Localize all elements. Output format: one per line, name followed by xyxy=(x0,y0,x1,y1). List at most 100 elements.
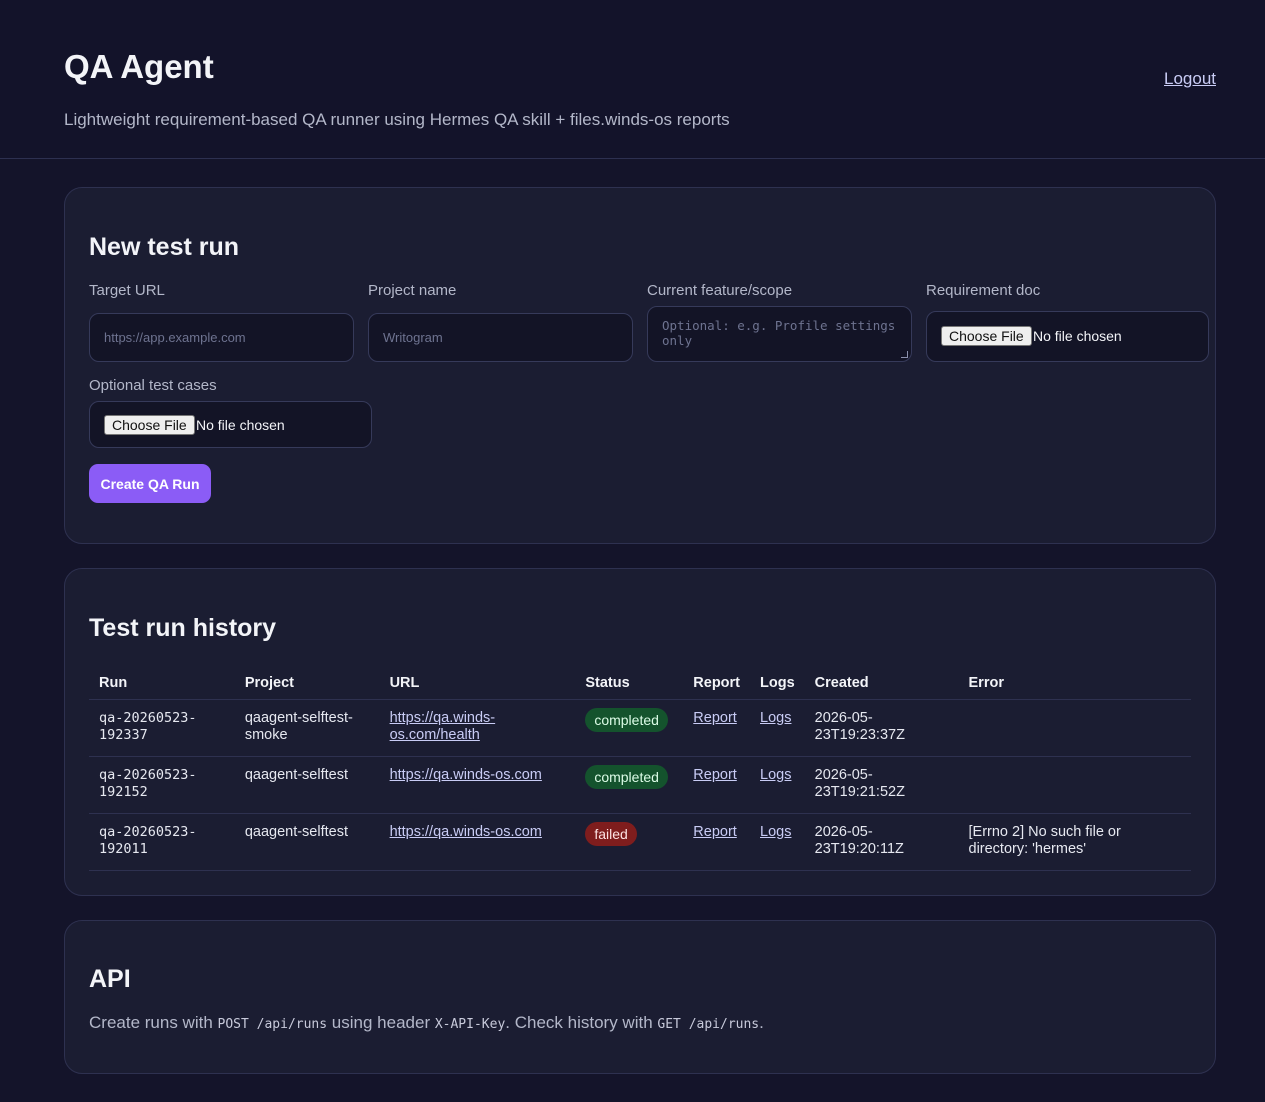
project-cell: qaagent-selftest xyxy=(234,813,380,871)
url-link[interactable]: https://qa.winds-os.com/health xyxy=(390,710,496,743)
run-id-line: 192011 xyxy=(99,840,148,857)
url-link[interactable]: https://qa.winds-os.com xyxy=(390,767,542,783)
table-row: qa-20260523- 192011 qaagent-selftest http… xyxy=(89,813,1191,871)
status-badge: completed xyxy=(585,764,668,789)
api-description: Create runs with POST /api/runs using he… xyxy=(89,1013,764,1032)
project-name-label: Project name xyxy=(368,282,457,299)
requirement-doc-label: Requirement doc xyxy=(926,282,1041,299)
column-header-report: Report xyxy=(683,667,751,700)
status-cell: completed xyxy=(575,699,684,757)
run-id-cell: qa-20260523- 192337 xyxy=(89,699,235,757)
report-link[interactable]: Report xyxy=(693,824,737,840)
created-line: 23T19:21:52Z xyxy=(814,783,905,800)
created-cell: 2026-05- 23T19:23:37Z xyxy=(804,699,959,757)
url-cell: https://qa.winds-os.com xyxy=(379,756,576,814)
error-cell xyxy=(958,699,1191,757)
api-heading: API xyxy=(89,965,131,993)
feature-scope-textarea[interactable] xyxy=(648,307,911,361)
report-link[interactable]: Report xyxy=(693,767,737,783)
logs-link[interactable]: Logs xyxy=(760,710,791,726)
resize-handle-icon[interactable] xyxy=(901,351,908,358)
created-line: 2026-05- xyxy=(814,823,873,840)
logs-link[interactable]: Logs xyxy=(760,767,791,783)
created-line: 2026-05- xyxy=(814,709,873,726)
project-cell: qaagent-selftest-smoke xyxy=(234,699,380,757)
logout-link[interactable]: Logout xyxy=(1164,69,1216,89)
report-cell: Report xyxy=(683,813,751,871)
project-line: qaagent-selftest- xyxy=(244,709,353,726)
requirement-doc-field-wrapper: Choose File No file chosen xyxy=(926,311,1209,362)
logs-cell: Logs xyxy=(750,756,805,814)
error-cell xyxy=(958,756,1191,814)
error-line: [Errno 2] No such file or xyxy=(968,823,1121,840)
logs-cell: Logs xyxy=(750,699,805,757)
error-line: directory: 'hermes' xyxy=(968,840,1087,857)
api-code-header: X-API-Key xyxy=(434,1017,506,1032)
create-qa-run-button[interactable]: Create QA Run xyxy=(89,464,211,503)
target-url-input[interactable] xyxy=(90,314,353,361)
app-subtitle: Lightweight requirement-based QA runner … xyxy=(64,110,730,129)
column-header-run: Run xyxy=(89,667,235,700)
report-cell: Report xyxy=(683,756,751,814)
url-cell: https://qa.winds-os.com/health xyxy=(379,699,576,757)
run-id-cell: qa-20260523- 192152 xyxy=(89,756,235,814)
column-header-error: Error xyxy=(958,667,1191,700)
created-line: 23T19:20:11Z xyxy=(814,840,904,857)
created-line: 2026-05- xyxy=(814,766,873,783)
created-cell: 2026-05- 23T19:21:52Z xyxy=(804,756,959,814)
history-heading: Test run history xyxy=(89,614,277,642)
app-header: QA Agent Lightweight requirement-based Q… xyxy=(0,0,1265,159)
app-title: QA Agent xyxy=(64,48,214,85)
project-line: qaagent-selftest xyxy=(244,823,348,840)
logs-link[interactable]: Logs xyxy=(760,824,791,840)
column-header-status: Status xyxy=(575,667,684,700)
test-cases-choose-file-button[interactable]: Choose File xyxy=(104,415,195,435)
project-cell: qaagent-selftest xyxy=(234,756,380,814)
run-id-line: qa-20260523- xyxy=(99,766,197,783)
api-card: API Create runs with POST /api/runs usin… xyxy=(64,920,1216,1074)
project-line: smoke xyxy=(244,726,288,743)
project-name-input[interactable] xyxy=(369,314,632,361)
error-cell: [Errno 2] No such file or directory: 'her… xyxy=(958,813,1191,871)
requirement-doc-choose-file-button[interactable]: Choose File xyxy=(941,326,1032,346)
target-url-field-wrapper xyxy=(89,313,354,362)
logs-cell: Logs xyxy=(750,813,805,871)
new-run-heading: New test run xyxy=(89,233,240,261)
history-card: Test run history Run Project URL Status … xyxy=(64,568,1216,896)
history-table: Run Project URL Status Report Logs Creat… xyxy=(89,667,1191,871)
test-cases-file-status: No file chosen xyxy=(196,417,285,433)
project-name-field-wrapper xyxy=(368,313,633,362)
requirement-doc-file-status: No file chosen xyxy=(1033,328,1122,344)
run-id-line: qa-20260523- xyxy=(99,823,197,840)
url-cell: https://qa.winds-os.com xyxy=(379,813,576,871)
created-cell: 2026-05- 23T19:20:11Z xyxy=(804,813,959,871)
run-id-line: 192337 xyxy=(99,726,148,743)
feature-scope-label: Current feature/scope xyxy=(647,282,793,299)
table-row: qa-20260523- 192337 qaagent-selftest-smok… xyxy=(89,699,1191,757)
table-row: qa-20260523- 192152 qaagent-selftest http… xyxy=(89,756,1191,814)
created-line: 23T19:23:37Z xyxy=(814,726,905,743)
api-code-post: POST /api/runs xyxy=(217,1017,328,1032)
run-id-cell: qa-20260523- 192011 xyxy=(89,813,235,871)
column-header-logs: Logs xyxy=(750,667,805,700)
status-cell: completed xyxy=(575,756,684,814)
run-id-line: qa-20260523- xyxy=(99,709,197,726)
target-url-label: Target URL xyxy=(89,282,165,299)
test-cases-field-wrapper: Choose File No file chosen xyxy=(89,401,372,448)
status-badge: completed xyxy=(585,707,668,732)
column-header-url: URL xyxy=(379,667,576,700)
url-link[interactable]: https://qa.winds-os.com xyxy=(390,824,542,840)
column-header-project: Project xyxy=(234,667,380,700)
report-cell: Report xyxy=(683,699,751,757)
status-badge: failed xyxy=(585,821,637,846)
table-header-row: Run Project URL Status Report Logs Creat… xyxy=(89,667,1191,700)
api-code-get: GET /api/runs xyxy=(657,1017,760,1032)
run-id-line: 192152 xyxy=(99,783,148,800)
test-cases-label: Optional test cases xyxy=(89,377,217,394)
column-header-created: Created xyxy=(804,667,959,700)
report-link[interactable]: Report xyxy=(693,710,737,726)
project-line: qaagent-selftest xyxy=(244,766,348,783)
status-cell: failed xyxy=(575,813,684,871)
feature-scope-field-wrapper xyxy=(647,306,912,362)
new-run-card: New test run Target URL Project name Cur… xyxy=(64,187,1216,544)
